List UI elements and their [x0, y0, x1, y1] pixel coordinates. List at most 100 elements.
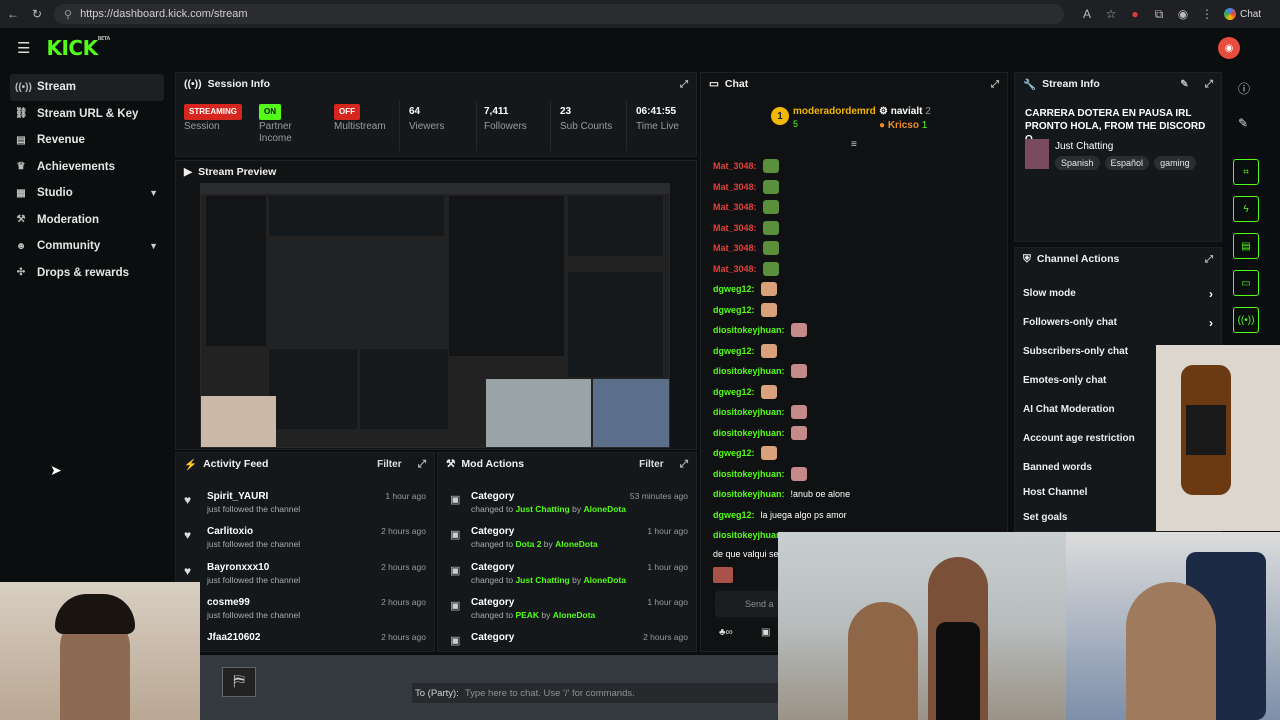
chat-message[interactable]: Mat_3048: — [713, 219, 779, 237]
leaderboard-user[interactable]: ⚙ navialt 2 — [879, 106, 931, 117]
avatar[interactable]: ◉ — [1218, 37, 1240, 59]
chat-message[interactable]: Mat_3048: — [713, 239, 779, 257]
message-icon[interactable]: ▭ — [1233, 270, 1259, 296]
chat-message[interactable]: Mat_3048: — [713, 157, 779, 175]
chat-username[interactable]: dgweg12: — [713, 346, 755, 356]
tag-chip[interactable]: Spanish — [1055, 156, 1100, 170]
expand-icon[interactable]: ⤢ — [1205, 254, 1213, 265]
chat-username[interactable]: dgweg12: — [713, 448, 755, 458]
emote-picker-icon[interactable]: ♣∞ — [719, 627, 733, 638]
broadcast-icon[interactable]: ((•)) — [1233, 307, 1259, 333]
tag-chip[interactable]: gaming — [1154, 156, 1196, 170]
action-followers-only-chat[interactable]: Followers-only chat › — [1023, 308, 1213, 337]
chat-message[interactable]: diositokeyjhuan: — [713, 465, 807, 483]
category-name[interactable]: Just Chatting — [1055, 141, 1113, 152]
chat-username[interactable]: Mat_3048: — [713, 161, 757, 171]
site-info-icon[interactable]: ⚲ — [64, 8, 72, 21]
back-icon[interactable]: ← — [6, 7, 20, 21]
chat-username[interactable]: dgweg12: — [713, 284, 755, 294]
chat-username[interactable]: diositokeyjhuan: — [713, 489, 785, 499]
chat-message[interactable]: diositokeyjhuan: — [713, 403, 807, 421]
kick-logo[interactable]: KICKBETA — [46, 36, 110, 60]
chat-username[interactable]: dgweg12: — [713, 387, 755, 397]
expand-icon[interactable]: ⤢ — [418, 458, 426, 471]
chat-message[interactable]: Mat_3048: — [713, 260, 779, 278]
chat-message[interactable]: diositokeyjhuan: !anub oe alone — [713, 485, 850, 503]
chat-message[interactable]: Mat_3048: — [713, 198, 779, 216]
edit-icon[interactable]: ✎ — [1238, 116, 1248, 130]
list-item[interactable]: ♥ Bayronxxx10 just followed the channel 2 h… — [176, 558, 436, 592]
chat-username[interactable]: diositokeyjhuan: — [713, 325, 785, 335]
reload-icon[interactable]: ↻ — [30, 7, 44, 21]
chat-message[interactable]: dgweg12: — [713, 301, 777, 319]
edit-icon[interactable]: ✎ — [1180, 79, 1188, 90]
browser-chat-button[interactable]: Chat — [1224, 8, 1261, 20]
session-info-panel: ((•)) Session Info ⤢ STREAMING Session ON Pa… — [175, 72, 697, 157]
lightning-icon[interactable]: ϟ — [1233, 196, 1259, 222]
chat-message[interactable]: diositokeyjhuan: — [713, 526, 785, 544]
sidebar-item-drops-rewards[interactable]: ✣ Drops & rewards — [0, 260, 170, 287]
chat-username[interactable]: diositokeyjhuan: — [713, 530, 785, 540]
chat-username[interactable]: dgweg12: — [713, 305, 755, 315]
chat-message[interactable]: diositokeyjhuan: — [713, 424, 807, 442]
chat-username[interactable]: Mat_3048: — [713, 264, 757, 274]
sidebar-item-moderation[interactable]: ⚒ Moderation — [0, 207, 170, 234]
chat-username[interactable]: diositokeyjhuan: — [713, 469, 785, 479]
camera-icon[interactable]: ⌗ — [1233, 159, 1259, 185]
chat-username[interactable]: diositokeyjhuan: — [713, 366, 785, 376]
address-bar[interactable]: ⚲ https://dashboard.kick.com/stream — [54, 4, 1064, 24]
stream-preview-video[interactable] — [200, 183, 670, 448]
filter-button[interactable]: Filter — [639, 459, 663, 470]
chat-message[interactable]: dgweg12: — [713, 383, 777, 401]
chat-message[interactable]: Mat_3048: — [713, 178, 779, 196]
pin-icon[interactable]: ≡ — [851, 139, 857, 150]
puzzle-icon[interactable]: ⧉ — [1152, 7, 1166, 22]
chat-username[interactable]: diositokeyjhuan: — [713, 428, 785, 438]
chat-message[interactable]: diositokeyjhuan: — [713, 321, 807, 339]
chat-message[interactable]: dgweg12: — [713, 342, 777, 360]
leaderboard-user[interactable]: moderadordemrd — [793, 106, 876, 117]
star-icon[interactable]: ☆ — [1104, 7, 1118, 21]
sidebar-item-revenue[interactable]: ▤ Revenue — [0, 127, 170, 154]
sidebar-item-community[interactable]: ☻ Community ▼ — [0, 233, 170, 260]
note-icon[interactable]: ▤ — [1233, 233, 1259, 259]
sidebar-item-stream-url-key[interactable]: ⛓ Stream URL & Key — [0, 101, 170, 128]
game-icon[interactable]: ⛿ — [222, 667, 256, 697]
expand-icon[interactable]: ⤢ — [991, 79, 999, 90]
sidebar-item-achievements[interactable]: ♛ Achievements — [0, 154, 170, 181]
list-item[interactable]: ♥ Carlitoxio just followed the channel 2 ho… — [176, 522, 436, 556]
party-chat-input[interactable]: To (Party): Type here to chat. Use '/' fo… — [412, 683, 782, 703]
gift-icon[interactable]: ▣ — [761, 627, 770, 638]
hamburger-icon[interactable]: ☰ — [17, 39, 30, 57]
chat-username[interactable]: dgweg12: — [713, 510, 755, 520]
list-item[interactable]: ▣ Category changed to Just Chatting by Alo… — [438, 487, 698, 521]
sidebar-item-stream[interactable]: ((•)) Stream — [10, 74, 164, 101]
expand-icon[interactable]: ⤢ — [680, 79, 688, 90]
chat-username[interactable]: Mat_3048: — [713, 223, 757, 233]
chat-username[interactable]: Mat_3048: — [713, 182, 757, 192]
leaderboard-user[interactable]: ● Kricso 1 — [879, 120, 927, 131]
chat-message[interactable]: dgweg12: — [713, 280, 777, 298]
sidebar-item-studio[interactable]: ▦ Studio ▼ — [0, 180, 170, 207]
list-item[interactable]: ▣ Category changed to PEAK by AloneDota 1 h… — [438, 593, 698, 627]
list-item[interactable]: ♥cosme99just followed the channel2 hours… — [176, 593, 436, 627]
profile-icon[interactable]: ◉ — [1176, 7, 1190, 21]
chat-message[interactable]: dgweg12: la juega algo ps amor — [713, 506, 847, 524]
list-item[interactable]: ♥ Spirit_YAURI just followed the channel 1 … — [176, 487, 436, 521]
chat-message[interactable]: diositokeyjhuan: — [713, 362, 807, 380]
info-icon[interactable]: ⓘ — [1238, 80, 1250, 97]
expand-icon[interactable]: ⤢ — [1205, 78, 1213, 91]
chat-username[interactable]: Mat_3048: — [713, 202, 757, 212]
list-item[interactable]: ▣ Category changed to Dota 2 by AloneDota 1… — [438, 522, 698, 556]
chat-message[interactable]: dgweg12: — [713, 444, 777, 462]
menu-icon[interactable]: ⋮ — [1200, 7, 1214, 21]
chat-username[interactable]: diositokeyjhuan: — [713, 407, 785, 417]
filter-button[interactable]: Filter — [377, 459, 401, 470]
list-item[interactable]: ▣ Category changed to Just Chatting by Alo… — [438, 558, 698, 592]
action-slow-mode[interactable]: Slow mode › — [1023, 279, 1213, 308]
translate-icon[interactable]: A — [1080, 7, 1094, 21]
extension-icon[interactable]: ● — [1128, 7, 1142, 21]
expand-icon[interactable]: ⤢ — [680, 458, 688, 471]
chat-username[interactable]: Mat_3048: — [713, 243, 757, 253]
tag-chip[interactable]: Español — [1104, 156, 1150, 170]
